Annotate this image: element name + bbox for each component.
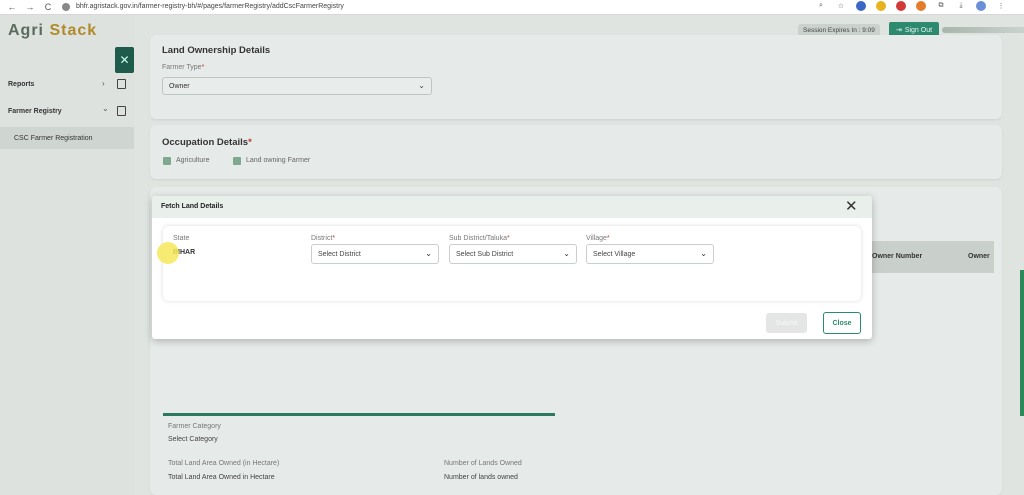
chevron-right-icon: › xyxy=(102,79,105,88)
logo-suffix: Stack xyxy=(49,22,98,39)
sign-out-label: Sign Out xyxy=(904,26,933,34)
subdistrict-select[interactable]: Select Sub District ⌄ xyxy=(449,244,577,264)
registry-icon xyxy=(117,106,126,116)
district-label-text: District xyxy=(311,235,333,242)
land-ownership-title: Land Ownership Details xyxy=(162,45,271,56)
chevron-down-icon: ⌄ xyxy=(425,249,432,258)
browser-menu-icon[interactable]: ⋮ xyxy=(996,1,1006,11)
close-button[interactable]: Close xyxy=(823,312,861,334)
chevron-down-icon: ⌄ xyxy=(418,81,425,90)
forward-arrow-icon[interactable]: → xyxy=(24,1,36,13)
farmer-category-label: Farmer Category xyxy=(168,423,221,430)
chevron-down-icon: ⌄ xyxy=(563,249,570,258)
extension-orange-icon[interactable] xyxy=(916,1,926,11)
district-label: District* xyxy=(311,235,336,242)
occupation-title: Occupation Details* xyxy=(162,137,252,148)
sidebar-close-button[interactable]: ✕ xyxy=(115,47,134,73)
land-table-header: Owner Number Owner xyxy=(852,241,994,273)
reload-icon[interactable]: C xyxy=(42,1,54,13)
extension-yellow-icon[interactable] xyxy=(876,1,886,11)
village-label-text: Village xyxy=(586,235,607,242)
url-text: bhfr.agristack.gov.in/farmer-registry-bh… xyxy=(76,3,344,10)
district-placeholder: Select District xyxy=(318,250,361,258)
close-icon: ✕ xyxy=(119,53,130,67)
modal-header: Fetch Land Details ✕ xyxy=(152,196,872,218)
progress-underline xyxy=(163,413,555,416)
chevron-down-icon: ⌄ xyxy=(102,104,109,113)
state-label: State xyxy=(173,235,190,242)
land-owning-farmer-label: Land owning Farmer xyxy=(246,157,311,164)
modal-form-card: State BIHAR District* Select District ⌄ … xyxy=(163,226,861,301)
sidebar-item-farmer-registry[interactable]: Farmer Registry xyxy=(8,108,62,115)
total-area-input[interactable]: Total Land Area Owned in Hectare xyxy=(168,474,275,481)
col-owner-number: Owner Number xyxy=(872,253,923,260)
page-scrollbar[interactable] xyxy=(1020,270,1024,416)
farmer-type-label: Farmer Type* xyxy=(162,64,205,71)
extension-red-icon[interactable] xyxy=(896,1,906,11)
extension-blue-icon[interactable] xyxy=(856,1,866,11)
address-bar[interactable]: bhfr.agristack.gov.in/farmer-registry-bh… xyxy=(62,0,344,13)
district-select[interactable]: Select District ⌄ xyxy=(311,244,439,264)
user-name-blurred xyxy=(942,27,1024,33)
village-placeholder: Select Village xyxy=(593,250,636,258)
logout-icon: ⇥ xyxy=(895,27,902,34)
profile-avatar-icon[interactable] xyxy=(976,1,986,11)
agriculture-checkbox[interactable] xyxy=(163,157,171,165)
back-arrow-icon[interactable]: ← xyxy=(6,1,18,13)
sidebar: Agri Stack ✕ Reports › Farmer Registry ⌄… xyxy=(0,15,134,495)
occupation-card: Occupation Details* Agriculture Land own… xyxy=(150,125,1002,179)
chevron-down-icon: ⌄ xyxy=(700,249,707,258)
village-select[interactable]: Select Village ⌄ xyxy=(586,244,714,264)
modal-title: Fetch Land Details xyxy=(161,203,224,210)
total-area-label: Total Land Area Owned (in Hectare) xyxy=(168,460,280,467)
num-lands-input[interactable]: Number of lands owned xyxy=(444,474,518,481)
subdistrict-label: Sub District/Taluka* xyxy=(449,235,510,242)
site-info-icon[interactable] xyxy=(62,2,70,11)
subdistrict-placeholder: Select Sub District xyxy=(456,250,514,258)
reports-icon xyxy=(117,79,126,89)
land-owning-farmer-checkbox[interactable] xyxy=(233,157,241,165)
browser-extension-icons: ⌕ ☆ ⧉ ⤓ ⋮ xyxy=(816,1,1006,11)
col-owner: Owner xyxy=(968,253,990,260)
agristack-logo: Agri Stack xyxy=(8,22,97,40)
fetch-land-details-modal: Fetch Land Details ✕ State BIHAR Distric… xyxy=(152,196,872,339)
num-lands-label: Number of Lands Owned xyxy=(444,460,522,467)
sidebar-item-reports[interactable]: Reports xyxy=(8,81,34,88)
mouse-cursor-highlight xyxy=(157,242,179,264)
subdistrict-label-text: Sub District/Taluka xyxy=(449,235,507,242)
land-ownership-card: Land Ownership Details Farmer Type* Owne… xyxy=(150,35,1002,119)
agriculture-label: Agriculture xyxy=(176,157,210,164)
farmer-category-select[interactable]: Select Category xyxy=(168,436,218,443)
occupation-title-text: Occupation Details xyxy=(162,137,249,148)
bookmark-star-icon[interactable]: ☆ xyxy=(836,1,846,11)
farmer-type-value: Owner xyxy=(169,82,190,90)
village-label: Village* xyxy=(586,235,610,242)
submit-button[interactable]: Submit xyxy=(766,313,807,333)
logo-prefix: Agri xyxy=(8,22,50,39)
sidebar-item-csc-farmer-registration[interactable]: CSC Farmer Registration xyxy=(0,127,134,149)
download-icon[interactable]: ⤓ xyxy=(956,1,966,11)
browser-toolbar: ← → C bhfr.agristack.gov.in/farmer-regis… xyxy=(0,0,1024,15)
farmer-type-label-text: Farmer Type xyxy=(162,64,202,71)
zoom-icon[interactable]: ⌕ xyxy=(816,1,826,11)
modal-close-icon[interactable]: ✕ xyxy=(845,199,858,214)
farmer-type-select[interactable]: Owner ⌄ xyxy=(162,77,432,95)
extensions-puzzle-icon[interactable]: ⧉ xyxy=(936,1,946,11)
